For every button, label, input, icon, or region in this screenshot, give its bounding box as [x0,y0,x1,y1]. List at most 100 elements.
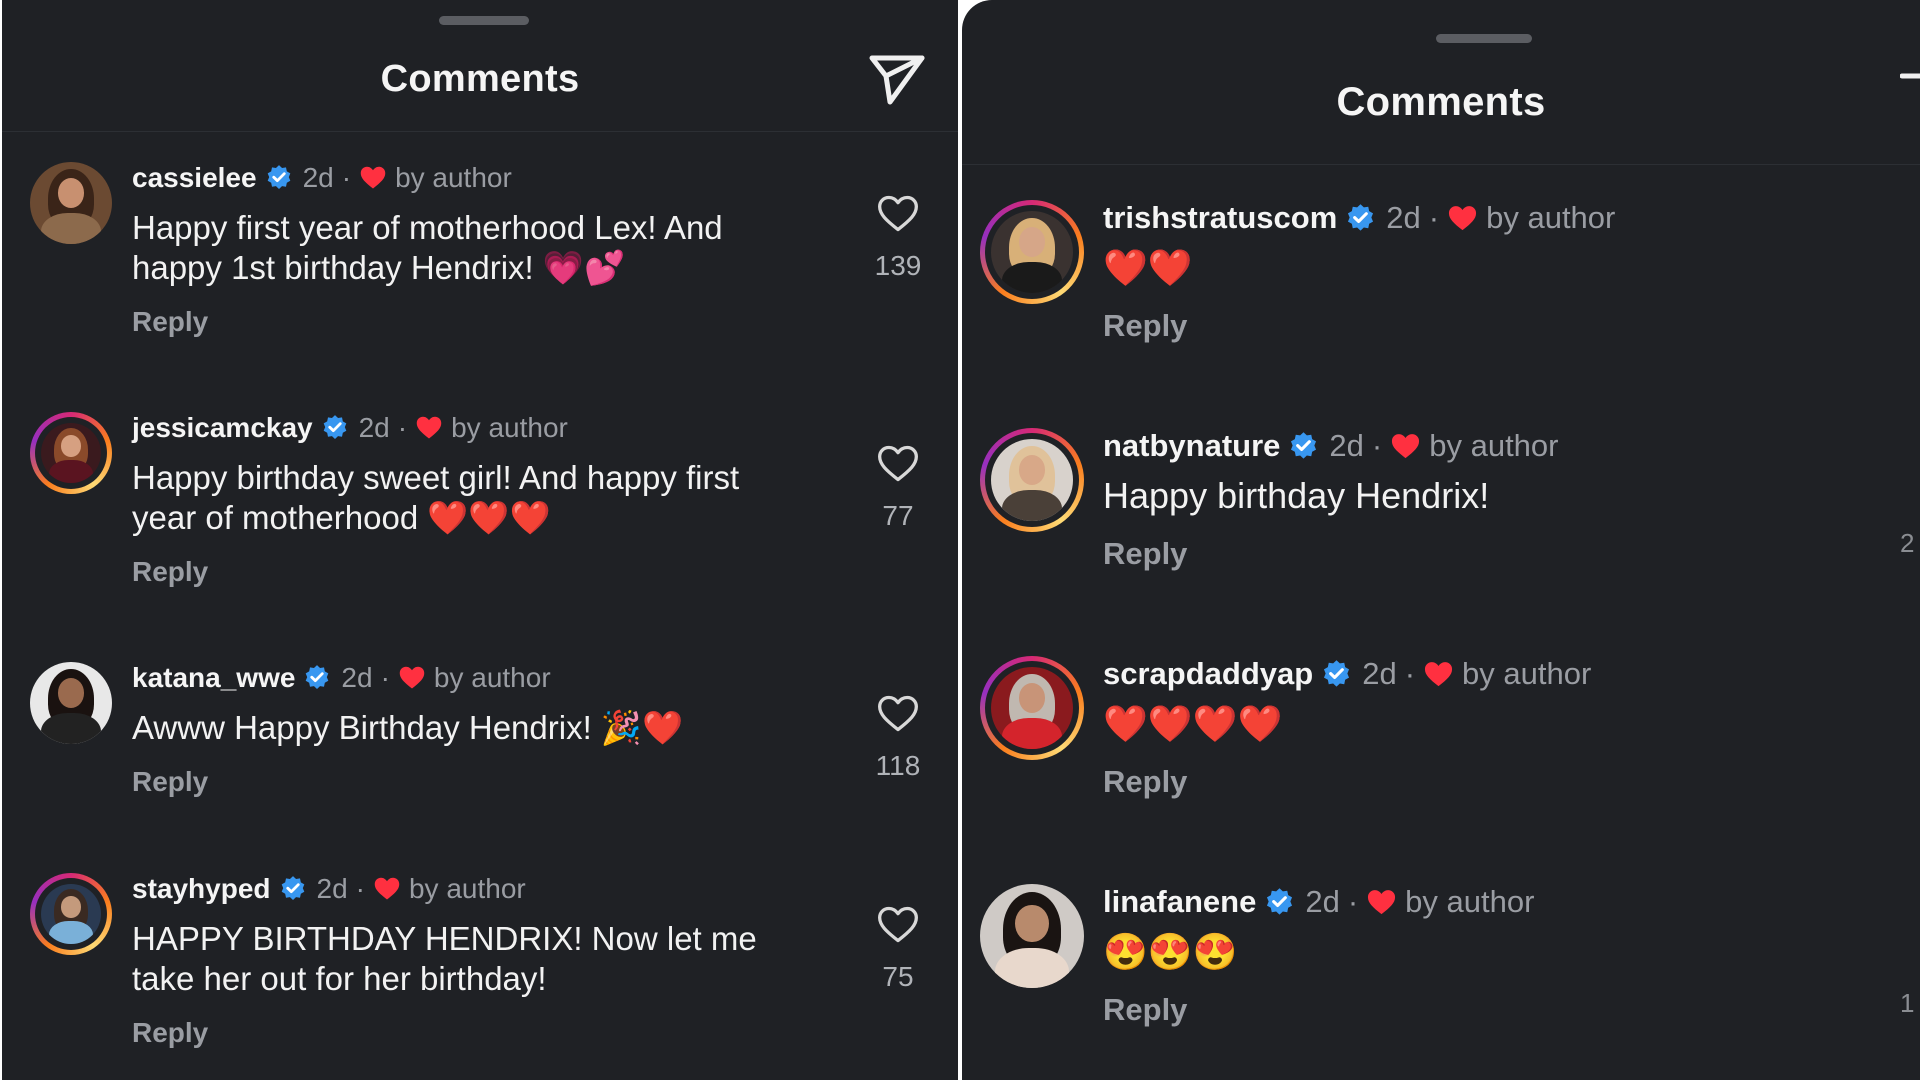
avatar[interactable] [980,200,1084,304]
separator-dot: · [1371,428,1383,463]
comment-username[interactable]: linafanene [1103,884,1256,920]
header-divider [962,164,1920,165]
reply-button[interactable]: Reply [1103,992,1187,1028]
red-heart-icon [1424,661,1453,686]
verified-badge-icon [1348,203,1374,231]
heart-outline-icon[interactable] [876,903,920,952]
separator-dot: · [1347,884,1359,919]
separator-dot: · [341,162,352,193]
comment-time: 2d [1305,884,1340,919]
verified-badge-icon [1267,887,1293,915]
avatar[interactable] [30,662,112,744]
comment-username[interactable]: stayhyped [132,873,271,905]
reply-button[interactable]: Reply [132,306,208,338]
verified-badge-icon [267,165,290,189]
comment-text-line: happy 1st birthday Hendrix! 💗💕 [132,249,626,286]
screenshot-collage: Comments cassielee 2d · by author Happy f… [0,0,1920,1080]
comment-header: trishstratuscom 2d · by author [1103,200,1615,236]
avatar[interactable] [30,412,112,494]
comment-text-line: 😍😍😍 [1103,931,1238,972]
liked-by-author-label: by author [433,662,551,693]
comment-header: jessicamckay 2d · by author [132,412,568,444]
comment-header: cassielee 2d · by author [132,162,512,194]
comment-time: 2d [1386,200,1421,235]
comment-time: 2d [341,662,373,693]
comment-username[interactable]: natbynature [1103,428,1280,464]
heart-outline-icon[interactable] [876,192,920,241]
liked-by-author-label: by author [1405,884,1535,919]
avatar[interactable] [30,162,112,244]
sheet-title: Comments [1336,80,1546,124]
comment-text-line: year of motherhood ❤️❤️❤️ [132,499,551,536]
sheet-title: Comments [380,58,580,100]
comment-text-line: take her out for her birthday! [132,960,547,997]
reply-button[interactable]: Reply [1103,308,1187,344]
comment-text-line: Awww Happy Birthday Hendrix! 🎉❤️ [132,709,684,746]
comment-header: scrapdaddyap 2d · by author [1103,656,1591,692]
reply-button[interactable]: Reply [1103,764,1187,800]
comment-username[interactable]: scrapdaddyap [1103,656,1313,692]
comment-header: linafanene 2d · by author [1103,884,1534,920]
liked-by-author-label: by author [1462,656,1592,691]
comment-text-line: Happy birthday Hendrix! [1103,475,1490,516]
avatar[interactable] [980,428,1084,532]
comment-time: 2d [1329,428,1364,463]
comment-username[interactable]: cassielee [132,162,257,194]
like-count: 75 [882,961,914,992]
verified-badge-icon [1291,431,1317,459]
separator-dot: · [1428,200,1440,235]
avatar[interactable] [980,884,1084,988]
comment-header: stayhyped 2d · by author [132,873,526,905]
send-icon[interactable] [868,52,926,106]
like-count: 77 [882,500,914,531]
reply-button[interactable]: Reply [1103,536,1187,572]
comment-text-line: Happy first year of motherhood Lex! And [132,209,723,246]
like-count: 118 [875,750,921,781]
red-heart-icon [360,166,386,189]
sheet-grabber[interactable] [1436,34,1532,43]
sheet-grabber[interactable] [439,16,529,25]
red-heart-icon [1392,433,1420,458]
comment-username[interactable]: trishstratuscom [1103,200,1337,236]
verified-badge-icon [281,876,304,900]
verified-badge-icon [306,665,329,689]
heart-outline-icon[interactable] [876,442,920,491]
red-heart-icon [1449,205,1477,230]
red-heart-icon [399,666,425,689]
comment-header: natbynature 2d · by author [1103,428,1559,464]
comment-text-line: ❤️❤️ [1103,247,1193,288]
verified-badge-icon [1324,659,1350,687]
avatar[interactable] [30,873,112,955]
comment-username[interactable]: jessicamckay [132,412,313,444]
reply-button[interactable]: Reply [132,1017,208,1049]
comment-text-line: ❤️❤️❤️❤️ [1103,703,1283,744]
like-count: 139 [874,250,922,281]
avatar[interactable] [980,656,1084,760]
comment-username[interactable]: katana_wwe [132,662,295,694]
reply-button[interactable]: Reply [132,766,208,798]
liked-by-author-label: by author [1486,200,1616,235]
liked-by-author-label: by author [408,873,526,904]
comment-time: 2d [316,873,348,904]
liked-by-author-label: by author [395,162,512,193]
comment-time: 2d [302,162,334,193]
header-divider [2,131,958,132]
cut-off-like-count: 2 [1900,528,1915,558]
separator-dot: · [397,412,408,443]
send-icon[interactable] [1900,72,1920,102]
comment-time: 2d [358,412,390,443]
comment-text-line: HAPPY BIRTHDAY HENDRIX! Now let me [132,920,757,957]
reply-button[interactable]: Reply [132,556,208,588]
verified-badge-icon [323,415,346,439]
comments-sheet-right: Comments trishstratuscom 2d · by author ❤… [962,0,1920,1080]
comment-time: 2d [1362,656,1397,691]
comments-sheet-left: Comments cassielee 2d · by author Happy f… [2,0,958,1080]
liked-by-author-label: by author [1429,428,1559,463]
red-heart-icon [1368,889,1396,914]
separator-dot: · [1404,656,1416,691]
separator-dot: · [355,873,365,904]
heart-outline-icon[interactable] [876,692,920,741]
separator-dot: · [380,662,390,693]
comment-header: katana_wwe 2d · by author [132,662,551,694]
liked-by-author-label: by author [451,412,568,443]
